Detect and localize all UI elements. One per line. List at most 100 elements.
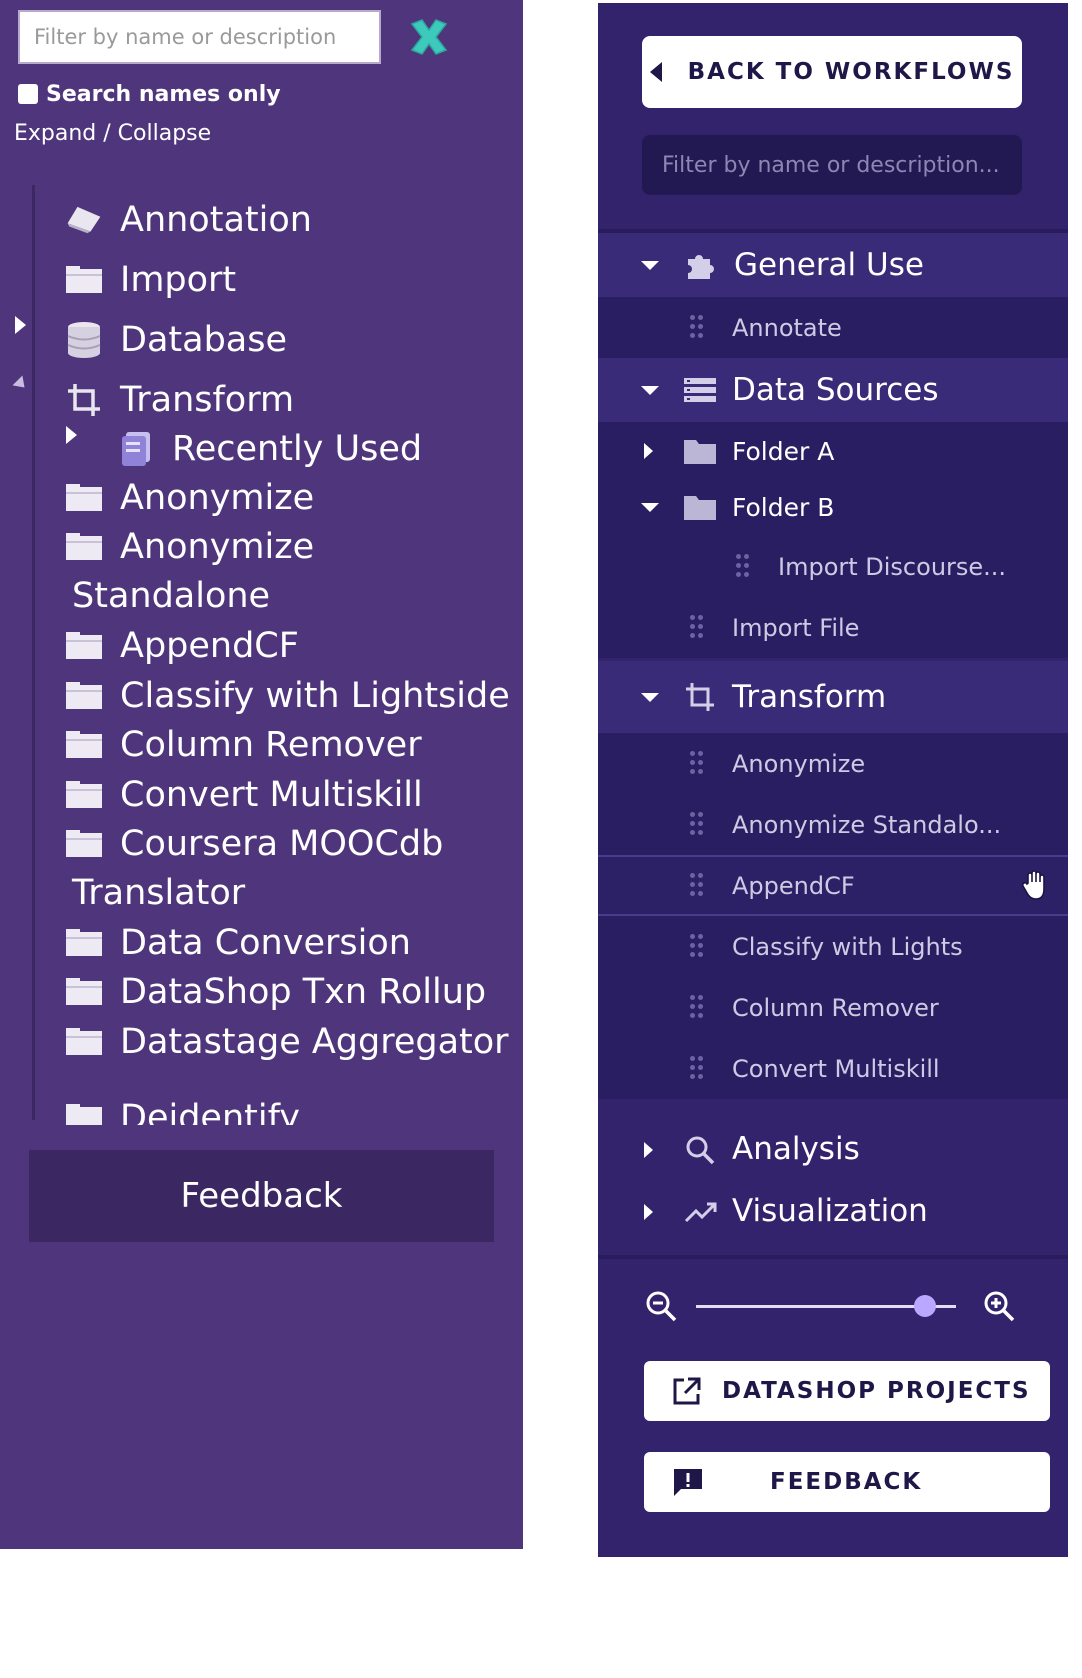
drag-handle-icon[interactable] [690,751,704,775]
caret-down-icon [641,261,659,270]
tree-item-database[interactable]: Database [66,315,287,365]
clear-filter-icon[interactable] [406,14,452,60]
tree-item-appendcf[interactable]: AppendCF [66,621,299,671]
left-workflow-panel: Search names only Expand / Collapse Anno… [0,0,523,1549]
zoom-slider-handle[interactable] [913,1295,936,1317]
folder-icon [66,628,102,664]
category-analysis[interactable]: Analysis [598,1121,1068,1177]
category-transform[interactable]: Transform [598,661,1068,733]
tree-item-recently-used[interactable]: Recently Used [118,424,422,474]
search-names-checkbox[interactable] [18,84,38,104]
folder-icon [684,440,716,464]
expand-caret-icon[interactable] [15,316,26,334]
filter-input[interactable] [642,135,1022,195]
component-label: Import File [732,613,860,642]
drag-handle-icon[interactable] [690,873,704,897]
search-names-only-toggle[interactable]: Search names only [18,79,281,109]
drag-handle-icon[interactable] [690,934,704,958]
category-general-use[interactable]: General Use [598,233,1068,297]
category-label: Visualization [732,1193,928,1229]
category-label: General Use [734,247,924,283]
tree-item-label: Import [120,260,237,300]
tree-item-label: Coursera MOOCdb [120,824,444,864]
tree-item-coursera-moocdb[interactable]: Coursera MOOCdb [66,819,443,869]
grab-hand-icon [1022,870,1045,900]
tree-item-deidentify[interactable]: Deidentify [66,1093,300,1125]
tree-item-datashop-txn-rollup[interactable]: DataShop Txn Rollup [66,967,486,1017]
datashop-projects-button[interactable]: DATASHOP PROJECTS [644,1361,1050,1421]
zoom-in-icon[interactable] [982,1289,1016,1323]
collapse-caret-icon[interactable] [12,375,30,393]
tree-item-annotation[interactable]: Annotation [66,195,312,245]
expand-collapse-link[interactable]: Expand / Collapse [14,121,211,146]
component-label: Convert Multiskill [732,1054,940,1083]
tree-item-label: Classify with Lightside [120,676,510,716]
folder-icon [66,529,102,565]
crop-icon [686,683,714,711]
tree-item-label: Datastage Aggregator [120,1022,509,1062]
component-label: Column Remover [732,993,939,1022]
tree-item-label: AppendCF [120,626,299,666]
tree-item-label: Anonymize [120,478,315,518]
tree-item-transform[interactable]: Transform [66,375,294,425]
component-anonymize-standalone[interactable]: Anonymize Standalo... [598,794,1068,855]
folder-b[interactable]: Folder B [598,478,1068,536]
tree-item-label: Recently Used [172,429,423,469]
component-label: Import Discourse... [778,552,1007,581]
component-column-remover[interactable]: Column Remover [598,977,1068,1038]
tree-item-classify-lightside[interactable]: Classify with Lightside [66,671,510,721]
folder-icon [66,777,102,813]
datashop-projects-label: DATASHOP PROJECTS [722,1378,1031,1404]
folder-label: Folder A [732,436,835,466]
tree-item-data-conversion[interactable]: Data Conversion [66,918,411,968]
caret-down-icon [641,503,659,512]
drag-handle-icon[interactable] [690,615,704,639]
component-appendcf[interactable]: AppendCF [598,855,1068,916]
component-annotate[interactable]: Annotate [598,297,1068,358]
feedback-icon [674,1469,702,1496]
folder-icon [66,1024,102,1060]
component-label: Classify with Lights [732,932,963,961]
puzzle-icon [688,255,714,279]
feedback-button[interactable]: Feedback [29,1150,494,1242]
drag-handle-icon[interactable] [736,554,750,578]
tree-item-column-remover[interactable]: Column Remover [66,720,422,770]
tree-item-import[interactable]: Import [66,255,236,305]
category-visualization[interactable]: Visualization [598,1183,1068,1239]
tree-item-convert-multiskill[interactable]: Convert Multiskill [66,770,423,820]
category-data-sources[interactable]: Data Sources [598,358,1068,422]
component-anonymize[interactable]: Anonymize [598,733,1068,794]
folder-icon [66,480,102,516]
drag-handle-icon[interactable] [690,315,704,339]
caret-right-icon [644,1142,653,1158]
tree-item-datastage-aggregator[interactable]: Datastage Aggregator [66,1017,509,1067]
component-import-file[interactable]: Import File [598,597,1068,658]
component-import-discourse[interactable]: Import Discourse... [598,536,1068,597]
zoom-out-icon[interactable] [644,1289,678,1323]
open-external-icon [673,1377,701,1405]
caret-down-icon [641,693,659,702]
drag-handle-icon[interactable] [690,995,704,1019]
feedback-button[interactable]: FEEDBACK [644,1452,1050,1512]
category-label: Data Sources [732,372,939,408]
folder-a[interactable]: Folder A [598,422,1068,480]
search-icon [686,1136,715,1165]
folder-icon [66,974,102,1010]
component-classify-lights[interactable]: Classify with Lights [598,916,1068,977]
tree-item-anonymize-standalone[interactable]: Anonymize [66,522,314,572]
expand-caret-icon[interactable] [66,426,77,444]
filter-input[interactable] [18,10,381,64]
annotation-icon [66,202,102,238]
folder-icon [66,925,102,961]
trending-up-icon [684,1202,717,1223]
back-to-workflows-button[interactable]: BACK TO WORKFLOWS [642,36,1022,108]
component-convert-multiskill[interactable]: Convert Multiskill [598,1038,1068,1099]
search-names-label: Search names only [46,81,281,107]
tree-item-label-wrap: Standalone [72,576,271,616]
right-workflow-panel: BACK TO WORKFLOWS General Use Annotate D… [598,3,1068,1557]
drag-handle-icon[interactable] [690,1056,704,1080]
tree-item-label: Data Conversion [120,923,411,963]
caret-right-icon [644,1204,653,1220]
tree-item-anonymize[interactable]: Anonymize [66,473,314,523]
drag-handle-icon[interactable] [690,812,704,836]
